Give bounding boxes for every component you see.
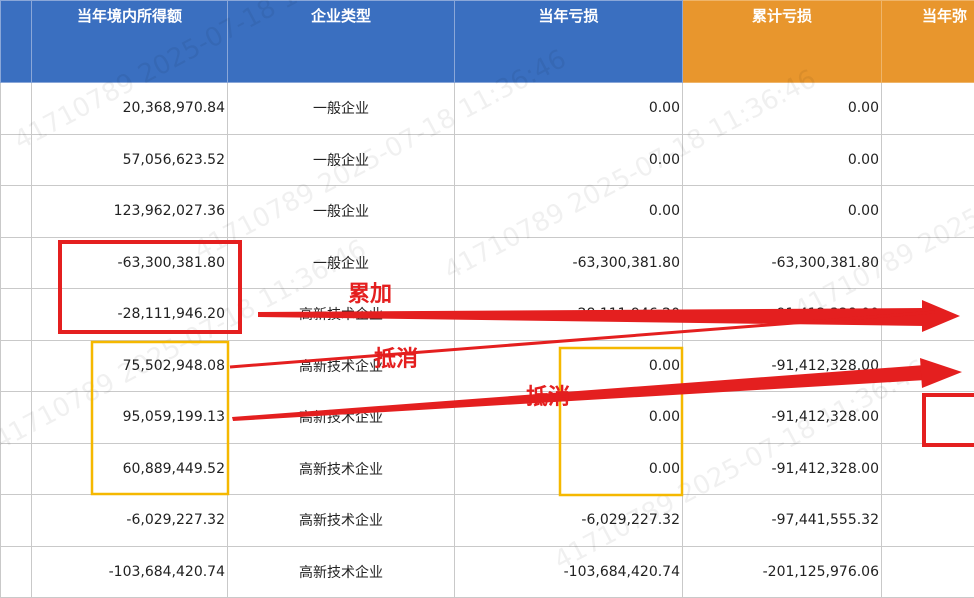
loss-cell[interactable]: 0.00 (455, 340, 683, 392)
loss-table: 当年境内所得额 企业类型 当年亏损 累计亏损 当年弥 20,368,970.84… (0, 0, 974, 598)
offset-cell[interactable] (882, 186, 974, 238)
offset-cell[interactable] (882, 546, 974, 598)
offset-cell[interactable] (882, 340, 974, 392)
income-cell[interactable]: 57,056,623.52 (32, 134, 228, 186)
type-cell[interactable]: 一般企业 (228, 237, 455, 289)
header-row: 当年境内所得额 企业类型 当年亏损 累计亏损 当年弥 (1, 1, 974, 83)
loss-cell[interactable]: -28,111,946.20 (455, 289, 683, 341)
cumulative-cell[interactable]: -91,412,328.00 (683, 443, 882, 495)
header-enterprise-type[interactable]: 企业类型 (228, 1, 455, 83)
row-cell[interactable] (1, 495, 32, 547)
type-cell[interactable]: 高新技术企业 (228, 443, 455, 495)
table-row: 75,502,948.08 高新技术企业 0.00 -91,412,328.00 (1, 340, 974, 392)
income-cell[interactable]: -63,300,381.80 (32, 237, 228, 289)
offset-cell[interactable] (882, 392, 974, 444)
header-current-loss[interactable]: 当年亏损 (455, 1, 683, 83)
cumulative-cell[interactable]: -91,412,328.00 (683, 392, 882, 444)
type-cell[interactable]: 高新技术企业 (228, 392, 455, 444)
table-row: -6,029,227.32 高新技术企业 -6,029,227.32 -97,4… (1, 495, 974, 547)
loss-cell[interactable]: 0.00 (455, 83, 683, 135)
type-cell[interactable]: 一般企业 (228, 134, 455, 186)
offset-cell[interactable] (882, 83, 974, 135)
cumulative-cell[interactable]: -91,412,328.00 (683, 340, 882, 392)
loss-cell[interactable]: 0.00 (455, 443, 683, 495)
loss-cell[interactable]: 0.00 (455, 186, 683, 238)
row-cell[interactable] (1, 134, 32, 186)
row-cell[interactable] (1, 186, 32, 238)
offset-cell[interactable] (882, 289, 974, 341)
header-domestic-income[interactable]: 当年境内所得额 (32, 1, 228, 83)
row-cell[interactable] (1, 443, 32, 495)
row-cell[interactable] (1, 340, 32, 392)
offset-cell[interactable] (882, 443, 974, 495)
loss-cell[interactable]: 0.00 (455, 392, 683, 444)
table-row: -63,300,381.80 一般企业 -63,300,381.80 -63,3… (1, 237, 974, 289)
row-cell[interactable] (1, 392, 32, 444)
table-row: 57,056,623.52 一般企业 0.00 0.00 (1, 134, 974, 186)
header-current-offset[interactable]: 当年弥 (882, 1, 974, 83)
income-cell[interactable]: -103,684,420.74 (32, 546, 228, 598)
header-cumulative-loss[interactable]: 累计亏损 (683, 1, 882, 83)
type-cell[interactable]: 高新技术企业 (228, 340, 455, 392)
income-cell[interactable]: 20,368,970.84 (32, 83, 228, 135)
cumulative-cell[interactable]: 0.00 (683, 186, 882, 238)
loss-cell[interactable]: 0.00 (455, 134, 683, 186)
type-cell[interactable]: 高新技术企业 (228, 546, 455, 598)
income-cell[interactable]: -28,111,946.20 (32, 289, 228, 341)
offset-cell[interactable] (882, 495, 974, 547)
cumulative-cell[interactable]: -91,412,328.00 (683, 289, 882, 341)
income-cell[interactable]: 60,889,449.52 (32, 443, 228, 495)
cumulative-cell[interactable]: -63,300,381.80 (683, 237, 882, 289)
cumulative-cell[interactable]: 0.00 (683, 83, 882, 135)
cumulative-cell[interactable]: 0.00 (683, 134, 882, 186)
loss-cell[interactable]: -63,300,381.80 (455, 237, 683, 289)
table-row: 60,889,449.52 高新技术企业 0.00 -91,412,328.00 (1, 443, 974, 495)
type-cell[interactable]: 高新技术企业 (228, 495, 455, 547)
table-row: 20,368,970.84 一般企业 0.00 0.00 (1, 83, 974, 135)
loss-cell[interactable]: -6,029,227.32 (455, 495, 683, 547)
row-cell[interactable] (1, 237, 32, 289)
loss-cell[interactable]: -103,684,420.74 (455, 546, 683, 598)
income-cell[interactable]: -6,029,227.32 (32, 495, 228, 547)
table-row: -103,684,420.74 高新技术企业 -103,684,420.74 -… (1, 546, 974, 598)
table-row: 123,962,027.36 一般企业 0.00 0.00 (1, 186, 974, 238)
income-cell[interactable]: 75,502,948.08 (32, 340, 228, 392)
income-cell[interactable]: 95,059,199.13 (32, 392, 228, 444)
row-cell[interactable] (1, 546, 32, 598)
header-cell-blank[interactable] (1, 1, 32, 83)
row-cell[interactable] (1, 289, 32, 341)
income-cell[interactable]: 123,962,027.36 (32, 186, 228, 238)
table-row: -28,111,946.20 高新技术企业 -28,111,946.20 -91… (1, 289, 974, 341)
offset-cell[interactable] (882, 237, 974, 289)
cumulative-cell[interactable]: -97,441,555.32 (683, 495, 882, 547)
cumulative-cell[interactable]: -201,125,976.06 (683, 546, 882, 598)
type-cell[interactable]: 一般企业 (228, 186, 455, 238)
table-row: 95,059,199.13 高新技术企业 0.00 -91,412,328.00 (1, 392, 974, 444)
offset-cell[interactable] (882, 134, 974, 186)
row-cell[interactable] (1, 83, 32, 135)
type-cell[interactable]: 高新技术企业 (228, 289, 455, 341)
type-cell[interactable]: 一般企业 (228, 83, 455, 135)
